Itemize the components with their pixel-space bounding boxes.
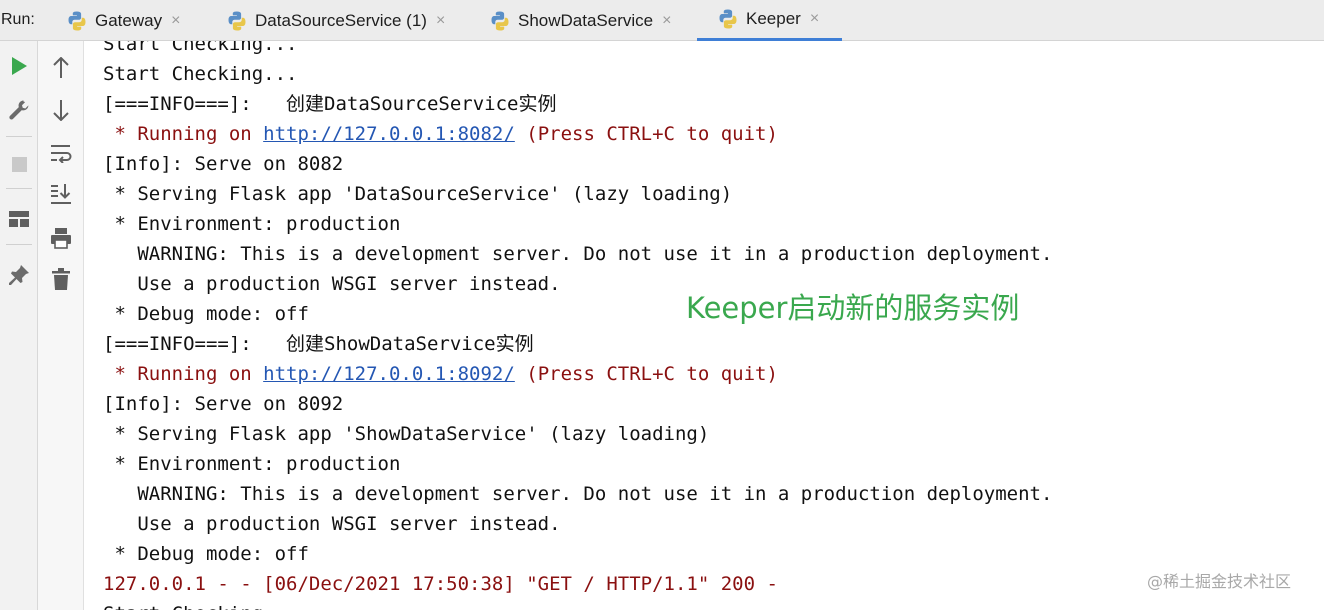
console-line: * Running on http://127.0.0.1:8092/ (Pre… (103, 359, 778, 389)
console-line: * Serving Flask app 'ShowDataService' (l… (103, 423, 710, 445)
tab-gateway[interactable]: Gateway × (66, 0, 180, 41)
tab-datasourceservice[interactable]: DataSourceService (1) × (226, 0, 445, 41)
toolbar-separator (6, 136, 32, 137)
python-icon (491, 11, 509, 30)
console-line: WARNING: This is a development server. D… (103, 483, 1053, 505)
toolbar-separator (6, 188, 32, 189)
console-line: [===INFO===]: 创建DataSourceService实例 (103, 93, 557, 115)
print-icon[interactable] (47, 224, 75, 252)
scroll-up-icon[interactable] (47, 54, 75, 82)
console-line: Use a production WSGI server instead. (103, 513, 561, 535)
python-icon (719, 9, 737, 29)
console-line: * Running on http://127.0.0.1:8082/ (Pre… (103, 119, 778, 149)
settings-wrench-icon[interactable] (5, 96, 33, 124)
annotation-caption: Keeper启动新的服务实例 (686, 291, 1020, 325)
console-line: Start Checking... (103, 63, 298, 85)
console-actions-toolbar (38, 41, 84, 610)
layout-icon[interactable] (5, 206, 33, 232)
console-line: * Debug mode: off (103, 543, 309, 565)
python-icon (228, 11, 246, 30)
clear-all-icon[interactable] (47, 265, 75, 293)
tab-showdataservice[interactable]: ShowDataService × (489, 0, 671, 41)
stop-icon[interactable] (5, 151, 33, 177)
running-suffix: (Press CTRL+C to quit) (514, 123, 778, 145)
console-line: * Debug mode: off (103, 303, 309, 325)
console-line: * Serving Flask app 'DataSourceService' … (103, 183, 733, 205)
run-actions-toolbar (0, 41, 38, 610)
running-prefix: * Running on (103, 123, 264, 145)
pin-icon[interactable] (5, 261, 33, 289)
python-icon (68, 11, 86, 30)
console-line: [Info]: Serve on 8092 (103, 393, 344, 415)
rerun-icon[interactable] (5, 54, 33, 78)
tab-keeper[interactable]: Keeper × (697, 0, 842, 41)
close-tab-icon[interactable]: × (810, 11, 819, 27)
scroll-to-end-icon[interactable] (47, 180, 75, 208)
tab-label: Keeper (746, 9, 801, 28)
run-tool-window-header: Run: Gateway × DataSourceService (1) × S… (0, 0, 1324, 41)
tab-label: DataSourceService (1) (255, 10, 427, 30)
running-suffix: (Press CTRL+C to quit) (514, 363, 778, 385)
console-line: Start Checking... (103, 599, 297, 610)
server-url-link[interactable]: http://127.0.0.1:8092/ (263, 363, 515, 385)
console-line: [===INFO===]: 创建ShowDataService实例 (103, 333, 534, 355)
console-line: Start Checking... (103, 41, 298, 55)
console-line: * Environment: production (103, 213, 401, 235)
server-url-link[interactable]: http://127.0.0.1:8082/ (263, 123, 515, 145)
console-line: Use a production WSGI server instead. (103, 273, 561, 295)
console-line: WARNING: This is a development server. D… (103, 243, 1053, 265)
console-line: * Environment: production (103, 453, 401, 475)
scroll-down-icon[interactable] (47, 96, 75, 124)
run-label: Run: (1, 11, 35, 28)
close-tab-icon[interactable]: × (171, 12, 180, 29)
close-tab-icon[interactable]: × (662, 12, 671, 29)
toolbar-separator (6, 244, 32, 245)
console-line: [Info]: Serve on 8082 (103, 153, 344, 175)
running-prefix: * Running on (103, 363, 264, 385)
tab-label: Gateway (95, 10, 163, 30)
tab-label: ShowDataService (518, 10, 654, 30)
close-tab-icon[interactable]: × (436, 12, 445, 29)
watermark: @稀土掘金技术社区 (1147, 572, 1292, 591)
console-line: 127.0.0.1 - - [06/Dec/2021 17:50:38] "GE… (103, 573, 778, 595)
soft-wrap-icon[interactable] (47, 139, 75, 167)
